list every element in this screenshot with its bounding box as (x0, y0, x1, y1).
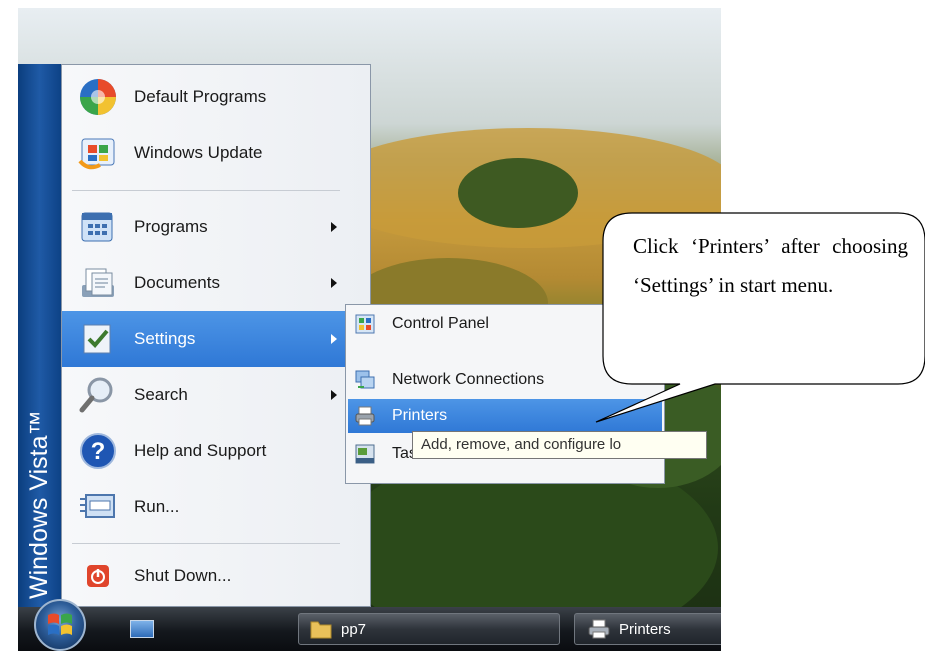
submenu-item-label: Control Panel (392, 315, 489, 332)
help-icon: ? (76, 429, 120, 473)
menu-item-settings[interactable]: Settings (62, 311, 349, 367)
desktop: Windows Vista™ Default Programs Windows … (18, 8, 721, 651)
programs-icon (76, 205, 120, 249)
menu-item-label: Help and Support (134, 441, 267, 460)
menu-item-shut-down[interactable]: Shut Down... (62, 548, 349, 604)
printers-icon (354, 405, 376, 427)
menu-item-help-and-support[interactable]: ? Help and Support (62, 423, 349, 479)
brand-label: Windows Vista™ (25, 410, 53, 600)
printers-tooltip: Add, remove, and configure lo (412, 431, 707, 459)
run-icon (76, 485, 120, 529)
taskbar-button-pp7[interactable]: pp7 (298, 613, 560, 645)
submenu-item-label: Network Connections (392, 371, 545, 388)
menu-item-label: Search (134, 385, 188, 404)
menu-separator (72, 190, 340, 191)
shutdown-icon (76, 554, 120, 598)
submenu-item-label: Printers (392, 407, 448, 424)
menu-item-label: Settings (134, 329, 196, 348)
network-connections-icon (354, 369, 376, 391)
folder-icon (310, 621, 332, 639)
taskbar-button-label: pp7 (341, 620, 367, 638)
submenu-item-printers[interactable]: Printers (348, 399, 662, 433)
windows-update-icon (76, 131, 120, 175)
menu-item-documents[interactable]: Documents (62, 255, 349, 311)
start-menu-brand-strip: Windows Vista™ (18, 64, 61, 607)
menu-item-label: Windows Update (134, 143, 263, 162)
documents-icon (76, 261, 120, 305)
submenu-item-network-connections[interactable]: Network Connections (348, 363, 662, 397)
chevron-right-icon (331, 278, 337, 288)
taskbar: pp7 Printers (18, 599, 721, 651)
taskbar-button-label: Printers (619, 620, 671, 638)
menu-item-default-programs[interactable]: Default Programs (62, 69, 349, 125)
default-programs-icon (76, 75, 120, 119)
menu-item-run[interactable]: Run... (62, 479, 349, 535)
menu-item-label: Default Programs (134, 87, 267, 106)
chevron-right-icon (331, 334, 337, 344)
menu-item-search[interactable]: Search (62, 367, 349, 423)
menu-item-label: Documents (134, 273, 220, 292)
start-menu: Default Programs Windows Update Programs… (61, 64, 371, 607)
windows-logo-icon (48, 613, 72, 635)
settings-icon (76, 317, 120, 361)
search-icon (76, 373, 120, 417)
wallpaper-bush (458, 158, 578, 228)
printers-icon (588, 619, 610, 639)
menu-item-programs[interactable]: Programs (62, 199, 349, 255)
chevron-right-icon (331, 390, 337, 400)
show-desktop-icon[interactable] (130, 620, 154, 638)
submenu-item-control-panel[interactable]: Control Panel (348, 307, 662, 341)
menu-item-label: Shut Down... (134, 566, 232, 585)
svg-text:?: ? (91, 438, 106, 465)
start-button[interactable] (34, 599, 86, 651)
menu-separator (72, 543, 340, 544)
menu-item-label: Run... (134, 497, 180, 516)
chevron-right-icon (331, 222, 337, 232)
taskbar-button-printers[interactable]: Printers (574, 613, 721, 645)
menu-item-label: Programs (134, 217, 208, 236)
menu-item-windows-update[interactable]: Windows Update (62, 125, 349, 181)
taskbar-icon (354, 443, 376, 465)
control-panel-icon (354, 313, 376, 335)
callout-text: Click ‘Printers’ after choosing ‘Setting… (633, 234, 908, 297)
